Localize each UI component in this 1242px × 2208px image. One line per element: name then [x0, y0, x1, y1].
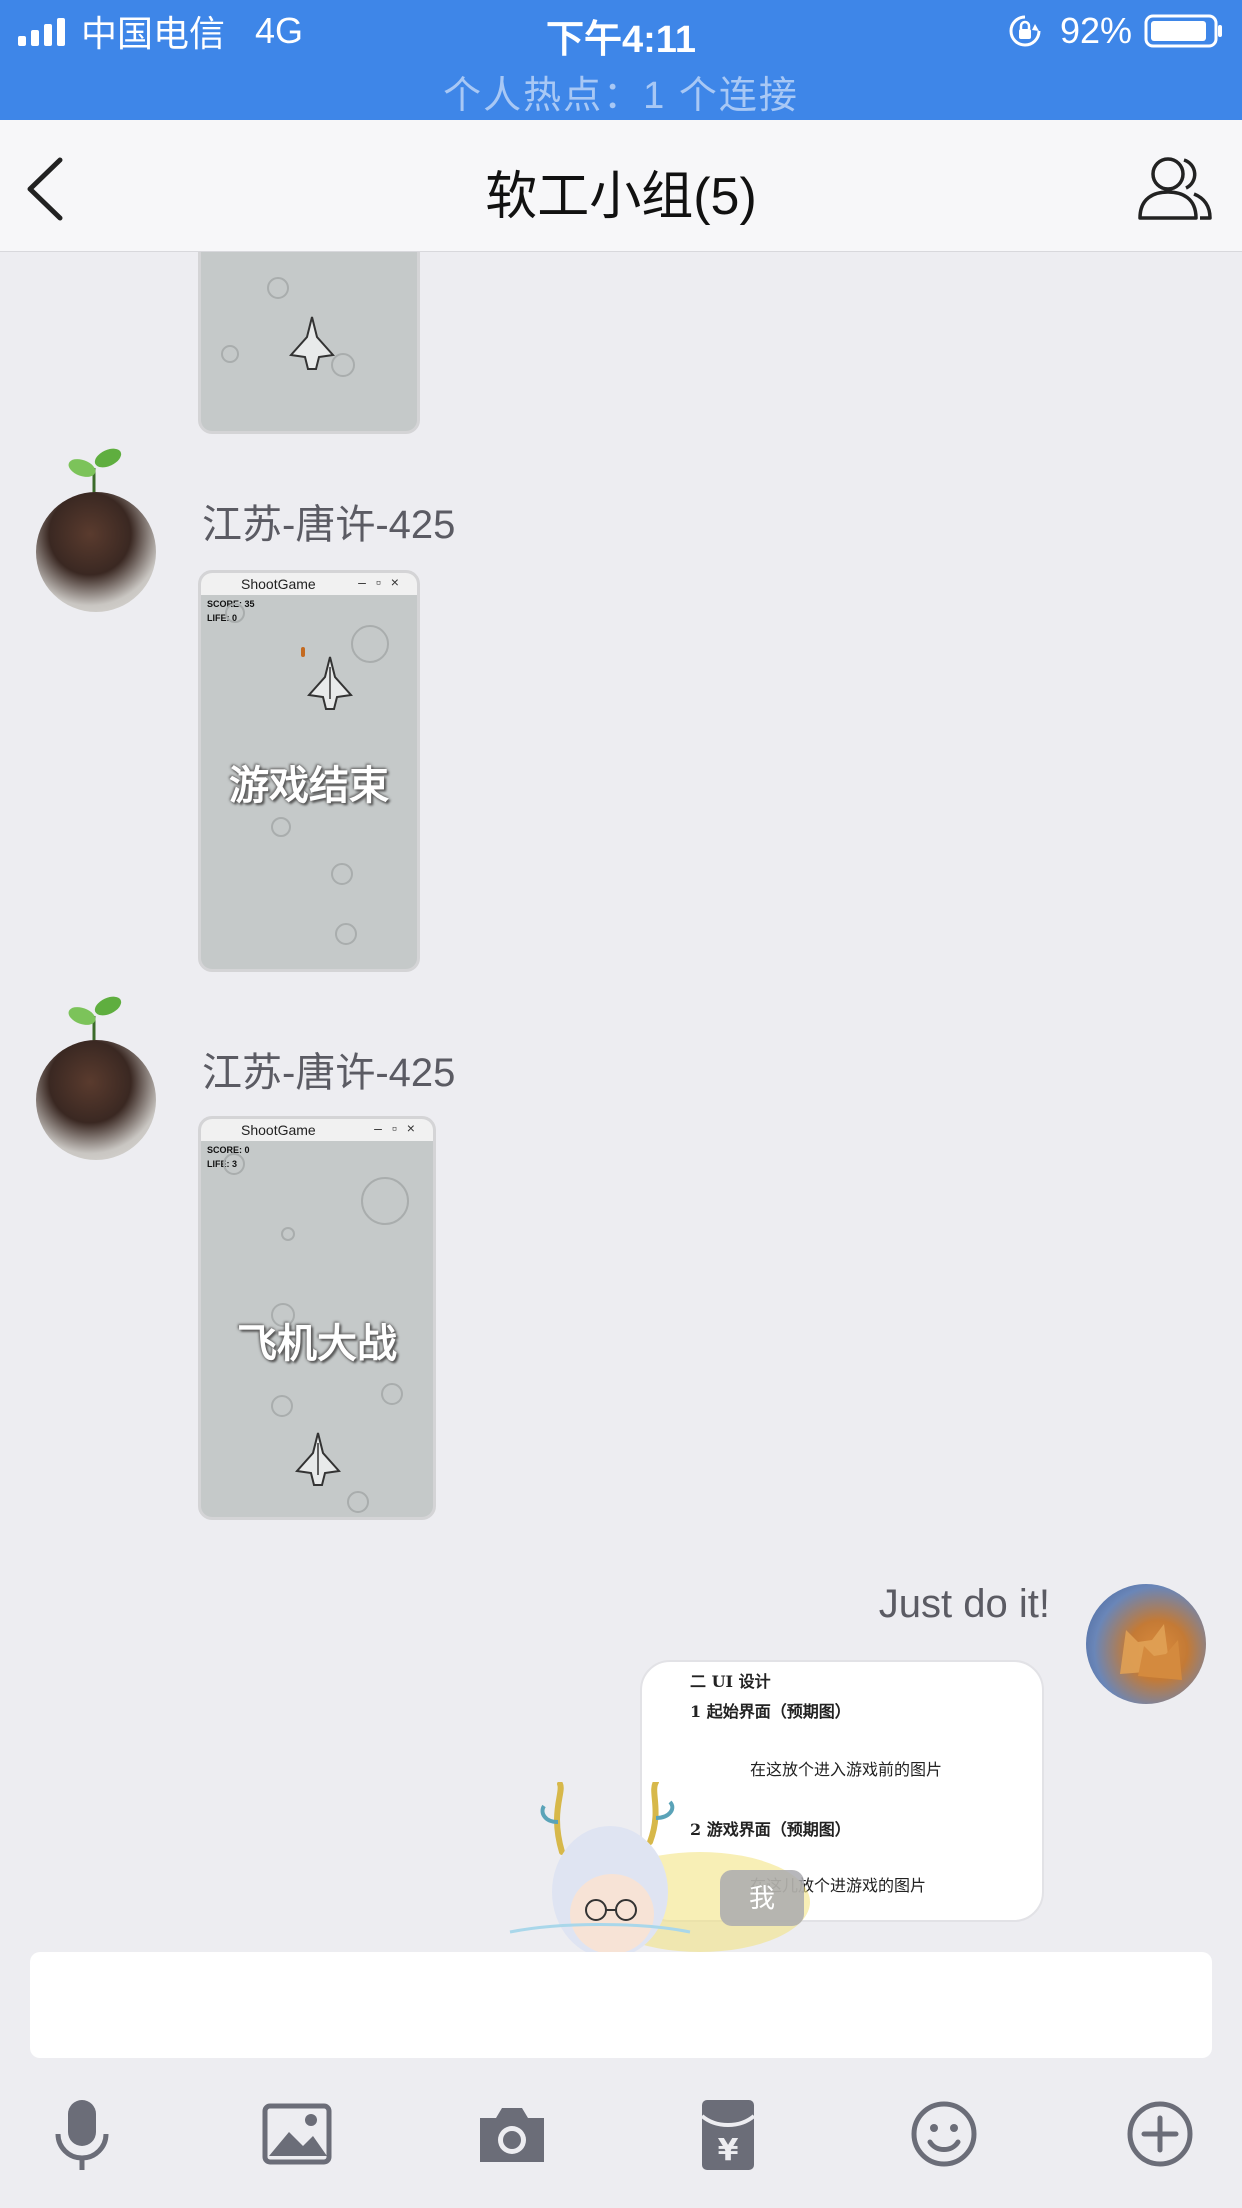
page-title: 软工小组(5) — [485, 168, 757, 226]
window-title: ShootGame — [241, 576, 316, 592]
doc-line: 二 UI 设计 — [690, 1672, 771, 1691]
rock-icon — [223, 1153, 245, 1175]
hotspot-banner[interactable]: 个人热点：1 个连接 — [0, 64, 1242, 119]
camera-icon[interactable] — [472, 2094, 552, 2174]
window-title: ShootGame — [241, 1122, 316, 1138]
sticker-tag: 我 — [720, 1870, 804, 1926]
rotation-lock-icon — [1009, 15, 1041, 47]
sprout-icon — [68, 996, 122, 1046]
game-overlay-text: 游戏结束 — [229, 764, 389, 808]
message-input[interactable] — [30, 1952, 1212, 2058]
fighter-plane-icon — [295, 1432, 341, 1486]
game-overlay-text: 飞机大战 — [237, 1322, 397, 1366]
rock-icon — [361, 1177, 409, 1225]
rock-icon — [335, 923, 357, 945]
chat-image-previous[interactable] — [198, 252, 420, 434]
window-controls: –▫× — [374, 1120, 425, 1136]
status-right: 92% — [1008, 10, 1224, 52]
rock-icon — [351, 625, 389, 663]
chat-area[interactable]: 江苏-唐许-425 ShootGame –▫× SCORE: 35 LIFE: … — [0, 252, 1242, 1952]
rock-icon — [267, 277, 289, 299]
image-icon[interactable] — [257, 2094, 337, 2174]
avatar[interactable] — [36, 1040, 156, 1160]
svg-text:¥: ¥ — [718, 2133, 739, 2168]
my-avatar[interactable] — [1086, 1584, 1206, 1704]
fighter-plane-icon — [289, 316, 335, 370]
red-packet-icon[interactable]: ¥ — [688, 2094, 768, 2174]
doc-line: 在这放个进入游戏前的图片 — [750, 1760, 943, 1779]
plus-icon[interactable] — [1120, 2094, 1200, 2174]
rock-icon — [271, 817, 291, 837]
chat-image[interactable]: ShootGame –▫× SCORE: 35 LIFE: 0 游戏结束 — [198, 570, 420, 972]
battery-percent: 92% — [1059, 10, 1132, 51]
battery-icon — [1144, 14, 1222, 48]
cat-icon — [1120, 1624, 1182, 1680]
rock-icon — [221, 345, 239, 363]
rock-icon — [225, 603, 245, 623]
microphone-icon[interactable] — [42, 2094, 122, 2174]
rock-icon — [381, 1383, 403, 1405]
rock-icon — [271, 1395, 293, 1417]
rock-icon — [281, 1227, 295, 1241]
rock-icon — [331, 863, 353, 885]
sticker-character-icon — [509, 1782, 810, 1952]
nav-bar: 软工小组(5) — [0, 120, 1242, 252]
sprout-icon — [68, 448, 122, 498]
bullet — [301, 647, 305, 657]
sender-name: 江苏-唐许-425 — [202, 1051, 456, 1095]
status-bar: 中国电信 4G 下午4:11 92% 个人热点：1 个连接 — [0, 0, 1242, 120]
sender-name: 江苏-唐许-425 — [202, 503, 456, 547]
rock-icon — [347, 1491, 369, 1513]
window-titlebar: ShootGame –▫× — [201, 1119, 433, 1141]
avatar[interactable] — [36, 492, 156, 612]
group-members-icon[interactable] — [1134, 152, 1214, 224]
window-titlebar: ShootGame –▫× — [201, 573, 417, 595]
window-controls: –▫× — [358, 574, 409, 590]
input-area: ¥ — [0, 1952, 1242, 2208]
fighter-plane-icon — [307, 656, 353, 710]
emoji-icon[interactable] — [904, 2094, 984, 2174]
my-message-text: Just do it! — [878, 1582, 1050, 1626]
chat-image[interactable]: ShootGame –▫× SCORE: 0 LIFE: 3 飞机大战 — [198, 1116, 436, 1520]
doc-line: 1 起始界面（预期图） — [690, 1702, 851, 1721]
